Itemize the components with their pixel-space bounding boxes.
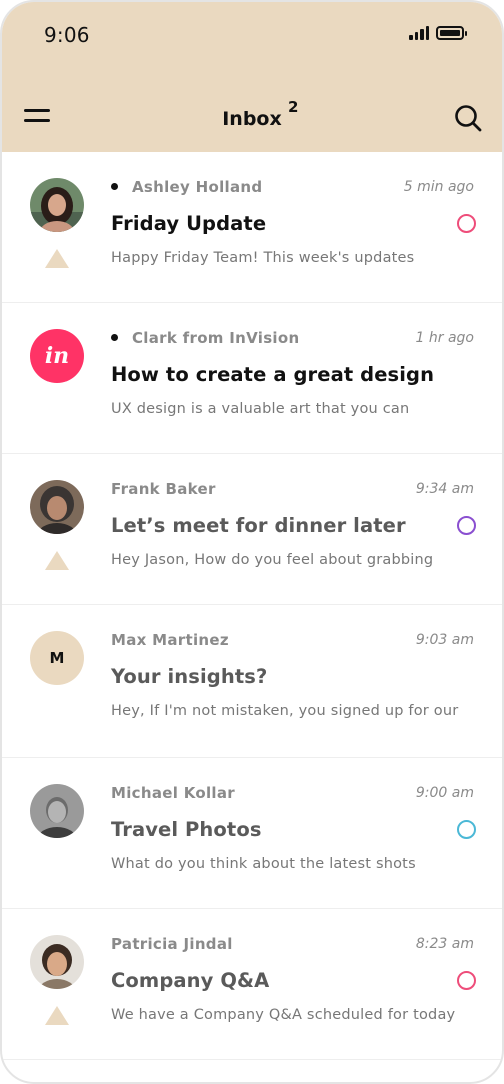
search-button[interactable] [454, 104, 482, 132]
sender-name: Clark from InVision [132, 329, 300, 347]
message-time: 5 min ago [403, 179, 474, 195]
unread-dot [111, 334, 118, 341]
message-time: 1 hr ago [415, 330, 474, 346]
message-preview: We have a Company Q&A scheduled for toda… [111, 1007, 456, 1023]
flag-icon [45, 551, 69, 570]
message-time: 8:23 am [415, 936, 474, 952]
message-subject: Your insights? [111, 665, 268, 688]
message-time: 9:34 am [415, 481, 474, 497]
message-row[interactable]: Frank Baker 9:34 am Let’s meet for dinne… [2, 454, 502, 605]
message-subject: Let’s meet for dinner later [111, 514, 406, 537]
phone-frame: 9:06 Inbox 2 Ashley Holland 5 min ago Fr… [0, 0, 504, 1084]
message-list: Ashley Holland 5 min ago Friday Update H… [2, 152, 502, 1060]
avatar [30, 935, 84, 989]
battery-icon [436, 26, 467, 40]
label-circle-icon [457, 214, 476, 233]
message-subject: How to create a great design [111, 363, 435, 386]
message-time: 9:00 am [415, 785, 474, 801]
signal-icon [409, 26, 429, 40]
sender-name: Frank Baker [111, 480, 216, 498]
message-row[interactable]: Patricia Jindal 8:23 am Company Q&A We h… [2, 909, 502, 1060]
avatar-initial: M [30, 631, 84, 685]
sender-name: Max Martinez [111, 631, 229, 649]
app-header: 9:06 Inbox 2 [2, 2, 502, 152]
message-row[interactable]: in Clark from InVision 1 hr ago How to c… [2, 303, 502, 454]
sender-name: Ashley Holland [132, 178, 263, 196]
search-icon [455, 105, 482, 132]
message-preview: Hey, If I'm not mistaken, you signed up … [111, 703, 459, 719]
message-subject: Travel Photos [111, 818, 262, 841]
avatar [30, 784, 84, 838]
message-preview: Hey Jason, How do you feel about grabbin… [111, 552, 434, 568]
sender-name: Patricia Jindal [111, 935, 233, 953]
page-title: Inbox [222, 108, 282, 130]
message-row[interactable]: M Max Martinez 9:03 am Your insights? He… [2, 605, 502, 758]
avatar [30, 178, 84, 232]
invision-logo-avatar: in [30, 329, 84, 383]
avatar [30, 480, 84, 534]
label-circle-icon [457, 820, 476, 839]
message-preview: Happy Friday Team! This week's updates [111, 250, 415, 266]
status-icons [409, 26, 467, 40]
message-subject: Friday Update [111, 212, 267, 235]
message-preview: UX design is a valuable art that you can [111, 401, 410, 417]
label-circle-icon [457, 971, 476, 990]
message-time: 9:03 am [415, 632, 474, 648]
status-time: 9:06 [44, 23, 90, 47]
flag-icon [45, 249, 69, 268]
sender-name: Michael Kollar [111, 784, 235, 802]
flag-icon [45, 1006, 69, 1025]
message-row[interactable]: Michael Kollar 9:00 am Travel Photos Wha… [2, 758, 502, 909]
label-circle-icon [457, 516, 476, 535]
message-subject: Company Q&A [111, 969, 270, 992]
message-row[interactable]: Ashley Holland 5 min ago Friday Update H… [2, 152, 502, 303]
unread-count-badge: 2 [288, 98, 299, 116]
unread-dot [111, 183, 118, 190]
message-preview: What do you think about the latest shots [111, 856, 416, 872]
